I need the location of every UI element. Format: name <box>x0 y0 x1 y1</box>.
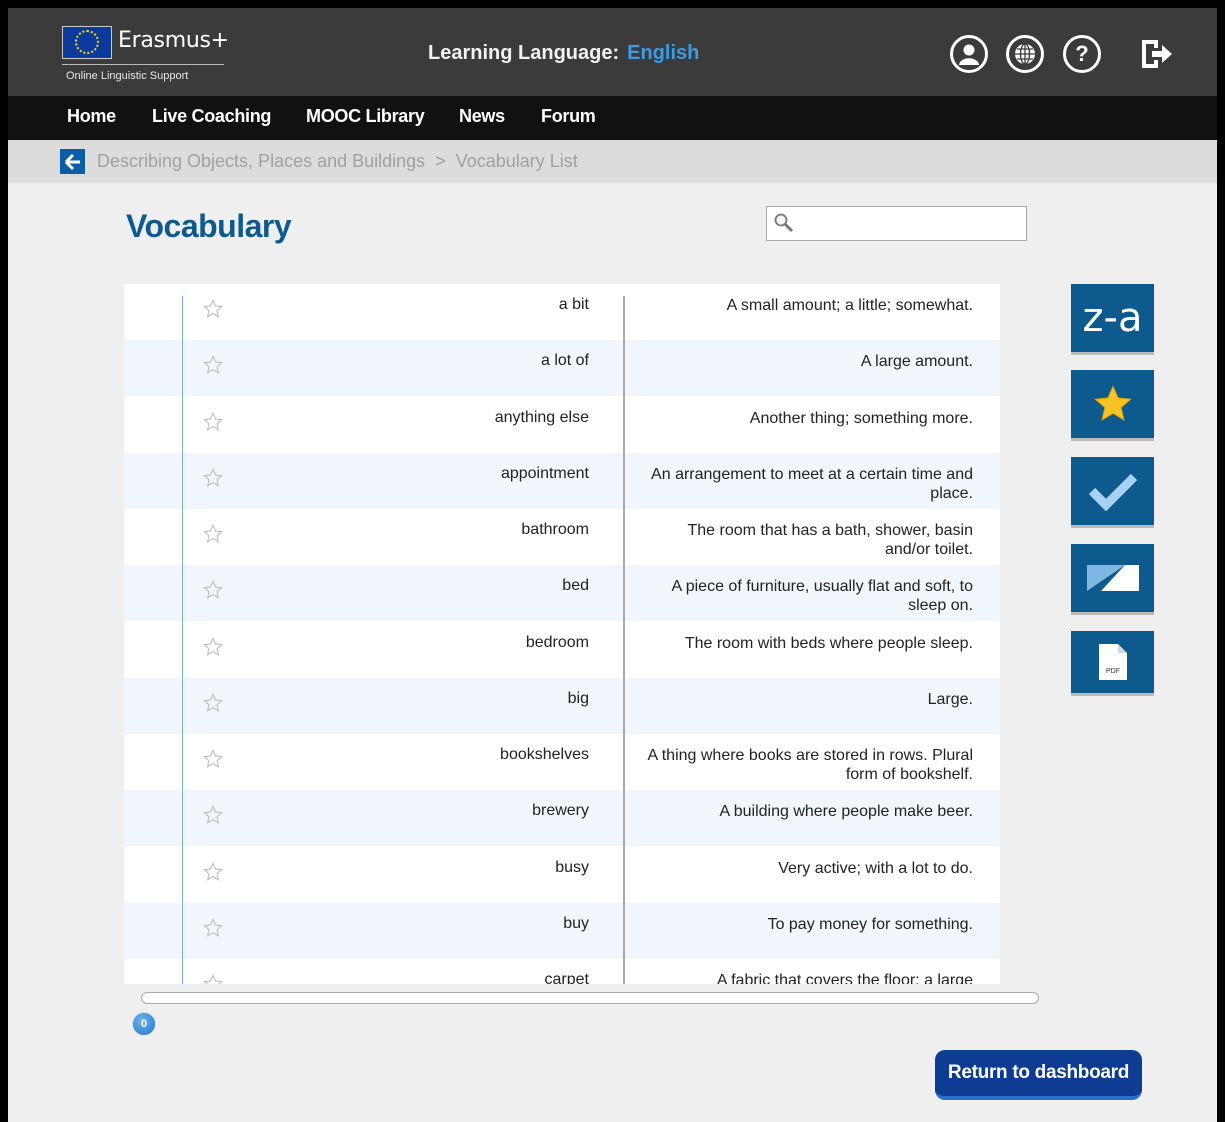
brand-name: Erasmus+ <box>118 28 229 53</box>
progress-bar[interactable] <box>141 992 1039 1004</box>
vocab-row[interactable]: brewery A building where people make beer… <box>124 790 1000 847</box>
vocab-row[interactable]: bookshelves A thing where books are store… <box>124 734 1000 790</box>
vocab-row[interactable]: anything else Another thing; something mo… <box>124 397 1000 453</box>
vocabulary-table: carpet A fabric that covers the floor; a … <box>124 284 1000 984</box>
favorite-star-icon[interactable] <box>202 861 224 883</box>
user-profile-icon[interactable] <box>950 35 988 73</box>
favorite-star-icon[interactable] <box>202 973 224 984</box>
search-box[interactable] <box>766 206 1027 241</box>
vocab-definition: To pay money for something. <box>767 915 973 933</box>
vocab-row[interactable]: a bit A small amount; a little; somewhat. <box>124 284 1000 340</box>
favorite-star-icon[interactable] <box>202 298 224 320</box>
vocab-definition: A small amount; a little; somewhat. <box>726 297 973 314</box>
logout-icon[interactable] <box>1136 34 1176 74</box>
brand-subtitle: Online Linguistic Support <box>66 70 189 82</box>
favorite-star-icon[interactable] <box>202 579 224 601</box>
favorite-star-icon[interactable] <box>202 411 224 433</box>
nav-forum[interactable]: Forum <box>541 106 596 127</box>
top-header: Erasmus+ Online Linguistic Support Learn… <box>8 8 1217 96</box>
search-input[interactable] <box>799 207 1024 240</box>
vocab-term: buy <box>563 914 589 932</box>
vocab-term: bed <box>562 577 589 595</box>
page-title: Vocabulary <box>126 208 292 244</box>
progress-indicator[interactable]: 0 <box>132 1012 156 1036</box>
vocab-term: bedroom <box>525 633 589 651</box>
vocab-term: bookshelves <box>500 746 589 763</box>
pdf-download-button[interactable]: PDF <box>1071 631 1154 693</box>
breadcrumb-parent[interactable]: Describing Objects, Places and Buildings <box>97 151 425 171</box>
sort-za-button[interactable]: z-a <box>1071 284 1154 352</box>
eu-flag-icon <box>62 26 112 59</box>
vocab-term: a bit <box>558 296 589 313</box>
vocab-row[interactable]: bedroom The room with beds where people s… <box>124 622 1000 678</box>
vocab-definition: A large amount. <box>860 353 973 371</box>
flashcard-icon <box>1086 565 1139 591</box>
svg-text:PDF: PDF <box>1106 668 1120 675</box>
vocab-term: a lot of <box>540 352 589 370</box>
favorite-star-icon[interactable] <box>202 917 224 939</box>
breadcrumb: Describing Objects, Places and Buildings… <box>8 140 1217 183</box>
breadcrumb-path: Describing Objects, Places and Buildings… <box>97 151 578 172</box>
vocab-row[interactable]: big Large. <box>124 677 1000 734</box>
sort-za-label: z-a <box>1082 295 1143 341</box>
breadcrumb-separator: > <box>435 151 446 171</box>
favorite-star-icon[interactable] <box>202 636 224 658</box>
learned-button[interactable] <box>1071 457 1154 525</box>
logo-divider <box>62 64 224 65</box>
return-to-dashboard-button[interactable]: Return to dashboard <box>935 1050 1142 1100</box>
main-nav: Home Live Coaching MOOC Library News For… <box>8 96 1217 140</box>
vocab-term: big <box>567 689 589 707</box>
vocab-definition: A piece of furniture, usually flat and s… <box>671 578 973 615</box>
favorite-star-icon[interactable] <box>202 467 224 489</box>
pdf-icon: PDF <box>1098 644 1127 680</box>
globe-icon[interactable] <box>1006 35 1044 73</box>
favorite-star-icon[interactable] <box>202 692 224 714</box>
nav-news[interactable]: News <box>459 106 505 127</box>
erasmus-logo[interactable]: Erasmus+ Online Linguistic Support <box>62 22 229 88</box>
vocab-term: busy <box>555 858 589 876</box>
vocab-definition: Very active; with a lot to do. <box>778 859 973 877</box>
vocab-row[interactable]: bed A piece of furniture, usually flat an… <box>124 565 1000 622</box>
vocab-definition: The room with beds where people sleep. <box>684 634 973 652</box>
favorite-star-icon[interactable] <box>202 354 224 376</box>
vocab-row[interactable]: busy Very active; with a lot to do. <box>124 847 1000 903</box>
vocab-definition: An arrangement to meet at a certain time… <box>651 465 973 502</box>
breadcrumb-current: Vocabulary List <box>455 151 578 171</box>
vocab-definition: Large. <box>927 690 973 708</box>
vocab-row[interactable]: carpet A fabric that covers the floor; a … <box>124 959 1000 984</box>
nav-live-coaching[interactable]: Live Coaching <box>152 106 271 127</box>
learning-language-label: Learning Language: <box>428 42 620 64</box>
app-window: Erasmus+ Online Linguistic Support Learn… <box>8 8 1217 1122</box>
vocab-term: appointment <box>500 464 589 482</box>
nav-mooc-library[interactable]: MOOC Library <box>306 106 425 127</box>
vocab-row[interactable]: a lot of A large amount. <box>124 340 1000 397</box>
vocab-row[interactable]: bathroom The room that has a bath, shower… <box>124 509 1000 565</box>
flashcards-button[interactable] <box>1071 544 1154 612</box>
favorite-star-icon[interactable] <box>202 748 224 770</box>
vocab-definition: A fabric that covers the floor; a large <box>716 972 973 984</box>
learning-language: Learning Language: English <box>428 42 699 65</box>
favorite-star-icon[interactable] <box>202 804 224 826</box>
favorites-star-icon <box>1093 385 1132 421</box>
table-divider <box>623 296 625 984</box>
vocab-row[interactable]: appointment An arrangement to meet at a c… <box>124 452 1000 509</box>
vocab-row[interactable]: buy To pay money for something. <box>124 902 1000 959</box>
vocab-term: brewery <box>532 802 589 820</box>
learning-language-value[interactable]: English <box>627 42 699 64</box>
vocab-term: carpet <box>544 971 589 984</box>
help-icon[interactable]: ? <box>1063 35 1101 73</box>
vocab-term: bathroom <box>521 521 589 538</box>
checkmark-icon <box>1088 473 1137 511</box>
back-arrow-icon[interactable] <box>60 149 85 174</box>
nav-home[interactable]: Home <box>67 106 116 127</box>
vocab-definition: A building where people make beer. <box>719 803 973 821</box>
search-icon <box>774 213 794 233</box>
favorites-button[interactable] <box>1071 370 1154 438</box>
vocab-definition: Another thing; something more. <box>749 409 973 427</box>
vocab-term: anything else <box>494 408 589 426</box>
vocab-definition: The room that has a bath, shower, basin … <box>687 522 974 558</box>
favorite-star-icon[interactable] <box>202 523 224 545</box>
vocab-definition: A thing where books are stored in rows. … <box>647 747 974 783</box>
table-divider <box>182 296 183 984</box>
